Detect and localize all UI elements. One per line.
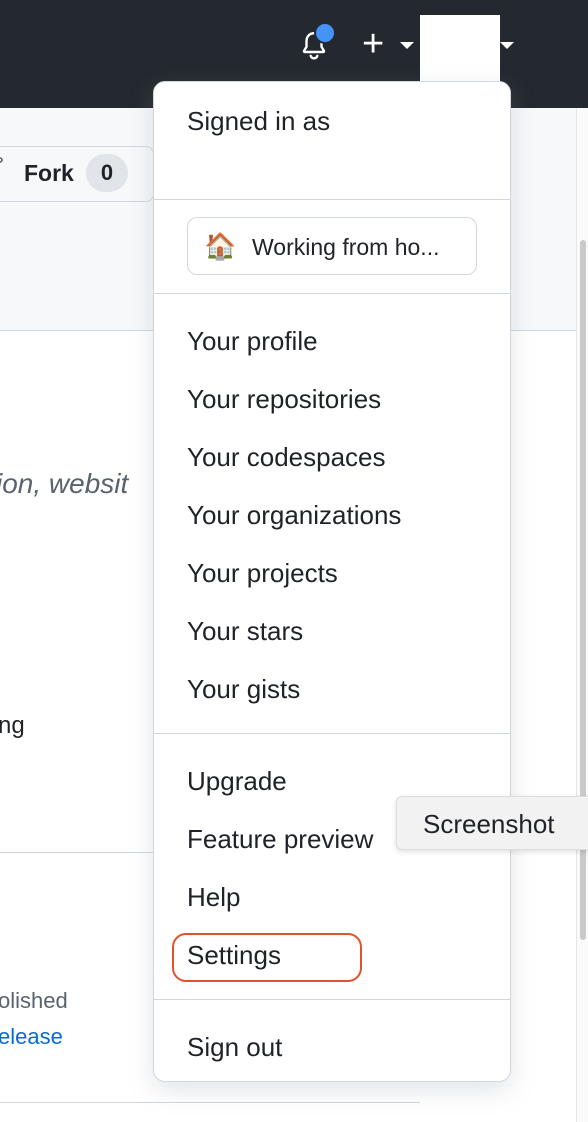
fork-count-badge: 0 <box>86 154 128 192</box>
menu-item-help[interactable]: Help <box>187 882 240 913</box>
menu-item-your-organizations[interactable]: Your organizations <box>187 500 401 531</box>
notification-indicator-dot <box>314 22 336 44</box>
menu-item-feature-preview[interactable]: Feature preview <box>187 824 373 855</box>
signed-in-label: Signed in as <box>187 106 331 136</box>
release-link[interactable]: elease <box>0 1024 63 1050</box>
menu-item-your-profile[interactable]: Your profile <box>187 326 318 357</box>
fork-label: Fork <box>24 160 74 186</box>
section-divider <box>0 852 160 853</box>
status-text: Working from ho... <box>252 234 440 260</box>
menu-item-your-gists[interactable]: Your gists <box>187 674 300 705</box>
release-published-text: olished <box>0 988 68 1013</box>
menu-divider <box>154 733 510 734</box>
about-text-fragment: ng <box>0 712 25 739</box>
menu-divider <box>154 199 510 200</box>
menu-item-upgrade[interactable]: Upgrade <box>187 766 287 797</box>
screenshot-tooltip: Screenshot <box>396 796 588 850</box>
repo-description: ion, websit <box>0 468 129 499</box>
create-new-button[interactable]: + <box>362 24 384 64</box>
menu-item-your-projects[interactable]: Your projects <box>187 558 338 589</box>
menu-item-sign-out[interactable]: Sign out <box>187 1032 282 1063</box>
user-dropdown-menu: Signed in as 🏠 Working from ho... Your p… <box>153 81 511 1082</box>
section-divider <box>0 1102 420 1103</box>
menu-item-your-stars[interactable]: Your stars <box>187 616 303 647</box>
settings-highlight-annotation <box>172 933 362 982</box>
tooltip-text: Screenshot <box>423 809 555 839</box>
menu-divider <box>154 999 510 1000</box>
house-icon: 🏠 <box>204 231 237 261</box>
caret-down-icon[interactable] <box>500 42 514 49</box>
menu-item-your-repositories[interactable]: Your repositories <box>187 384 381 415</box>
caret-down-icon[interactable] <box>400 42 414 49</box>
fork-icon <box>0 156 10 170</box>
menu-divider <box>154 293 510 294</box>
menu-item-your-codespaces[interactable]: Your codespaces <box>187 442 386 473</box>
set-status-button[interactable]: 🏠 Working from ho... <box>187 217 477 275</box>
